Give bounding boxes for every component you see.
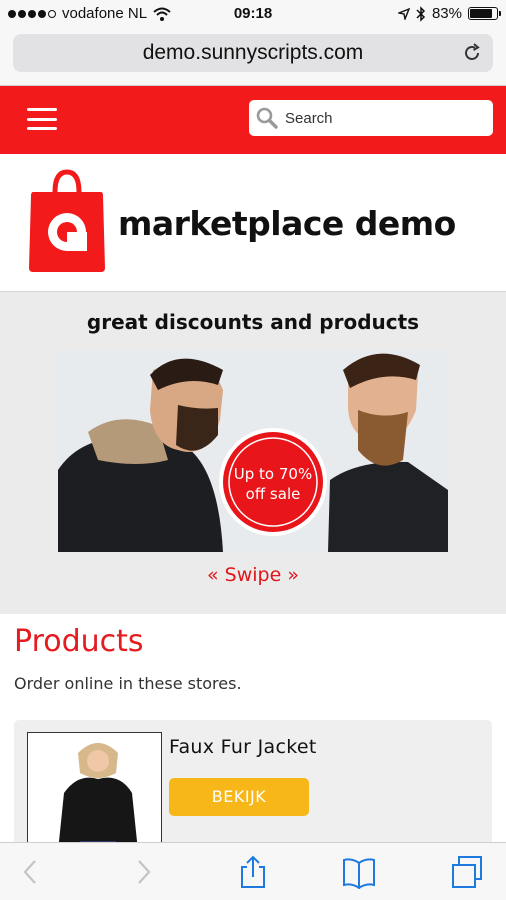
search-input[interactable] <box>285 109 485 127</box>
sale-badge-line1: Up to 70% <box>234 465 312 483</box>
status-bar: vodafone NL 09:18 83% <box>0 0 506 28</box>
logo-section: marketplace demo <box>0 154 506 292</box>
product-photo <box>28 733 161 849</box>
status-right: 83% <box>397 5 501 22</box>
search-box[interactable] <box>249 100 493 136</box>
site-header <box>0 86 506 154</box>
sale-badge-line2: off sale <box>246 485 301 503</box>
menu-line <box>27 127 57 130</box>
shopping-bag-icon[interactable] <box>27 168 107 272</box>
products-section: Products Order online in these stores. F… <box>0 614 506 850</box>
url-field[interactable]: demo.sunnyscripts.com <box>13 34 493 72</box>
menu-line <box>27 108 57 111</box>
search-icon <box>256 107 278 129</box>
products-subtitle: Order online in these stores. <box>14 674 242 693</box>
product-card[interactable]: Faux Fur Jacket BEKIJK <box>14 720 492 850</box>
browser-address-bar: demo.sunnyscripts.com <box>0 28 506 86</box>
menu-icon[interactable] <box>27 108 57 130</box>
promo-section: great discounts and products Up to 70% o… <box>0 292 506 614</box>
logo-text[interactable]: marketplace demo <box>118 204 456 243</box>
product-image[interactable] <box>27 732 162 850</box>
products-heading: Products <box>14 624 144 659</box>
browser-toolbar <box>0 842 506 900</box>
promo-title: great discounts and products <box>86 310 420 334</box>
tabs-icon[interactable] <box>450 855 484 889</box>
menu-line <box>27 117 57 121</box>
bookmarks-icon[interactable] <box>342 855 376 889</box>
battery-fill <box>470 9 492 18</box>
bluetooth-icon <box>416 5 426 22</box>
battery-icon <box>468 7 501 20</box>
url-text: demo.sunnyscripts.com <box>142 41 364 64</box>
promo-banner[interactable]: Up to 70% off sale <box>58 350 448 552</box>
battery-percent: 83% <box>431 5 462 22</box>
back-icon[interactable] <box>14 855 48 889</box>
product-name[interactable]: Faux Fur Jacket <box>169 736 317 758</box>
swipe-hint[interactable]: « Swipe » <box>0 564 506 586</box>
reload-icon[interactable] <box>461 42 483 64</box>
banner-illustration: Up to 70% off sale <box>58 350 448 552</box>
forward-icon[interactable] <box>126 855 160 889</box>
location-icon <box>397 7 410 20</box>
view-product-button[interactable]: BEKIJK <box>169 778 309 816</box>
share-icon[interactable] <box>236 855 270 889</box>
